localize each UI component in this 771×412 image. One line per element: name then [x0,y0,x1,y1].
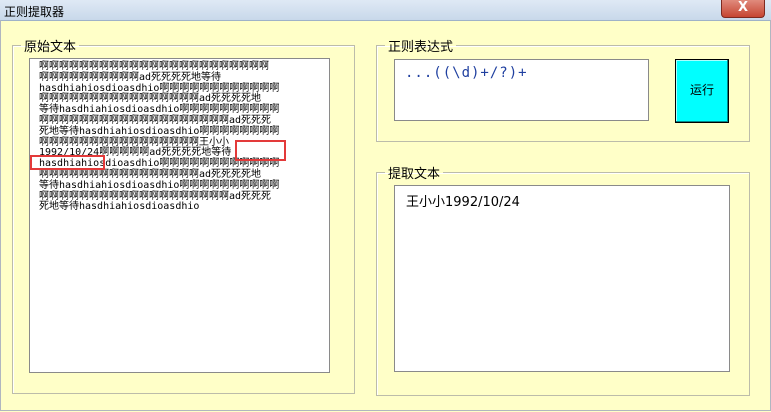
run-button[interactable]: 运行 [675,59,729,123]
regex-legend: 正则表达式 [388,40,454,55]
name-highlight-box [235,140,286,161]
original-text-line: 死地等待hasdhiahiosdioasdhio啊啊啊啊啊啊啊啊 [39,125,280,137]
title-bar: 正则提取器 X [0,0,771,21]
result-legend: 提取文本 [388,167,441,182]
date-highlight-box [30,155,105,170]
regex-input[interactable]: ...((\d)+/?)+ [394,59,649,121]
original-text-area[interactable]: 啊啊啊啊啊啊啊啊啊啊啊啊啊啊啊啊啊啊啊啊啊啊啊 啊啊啊啊啊啊啊啊啊啊ad死死死死地… [29,58,330,373]
original-text-legend: 原始文本 [24,40,77,55]
close-button[interactable]: X [721,0,765,18]
result-text-area[interactable]: 王小小1992/10/24 [394,185,730,372]
window-title: 正则提取器 [4,5,65,19]
original-text-line: 死地等待hasdhiahiosdioasdhio [39,201,200,213]
original-text-line: 等待hasdhiahiosdioasdhio啊啊啊啊啊啊啊啊啊啊 [39,179,280,191]
original-text-line: 啊啊啊啊啊啊啊啊啊啊ad死死死死地等待 [39,71,222,83]
